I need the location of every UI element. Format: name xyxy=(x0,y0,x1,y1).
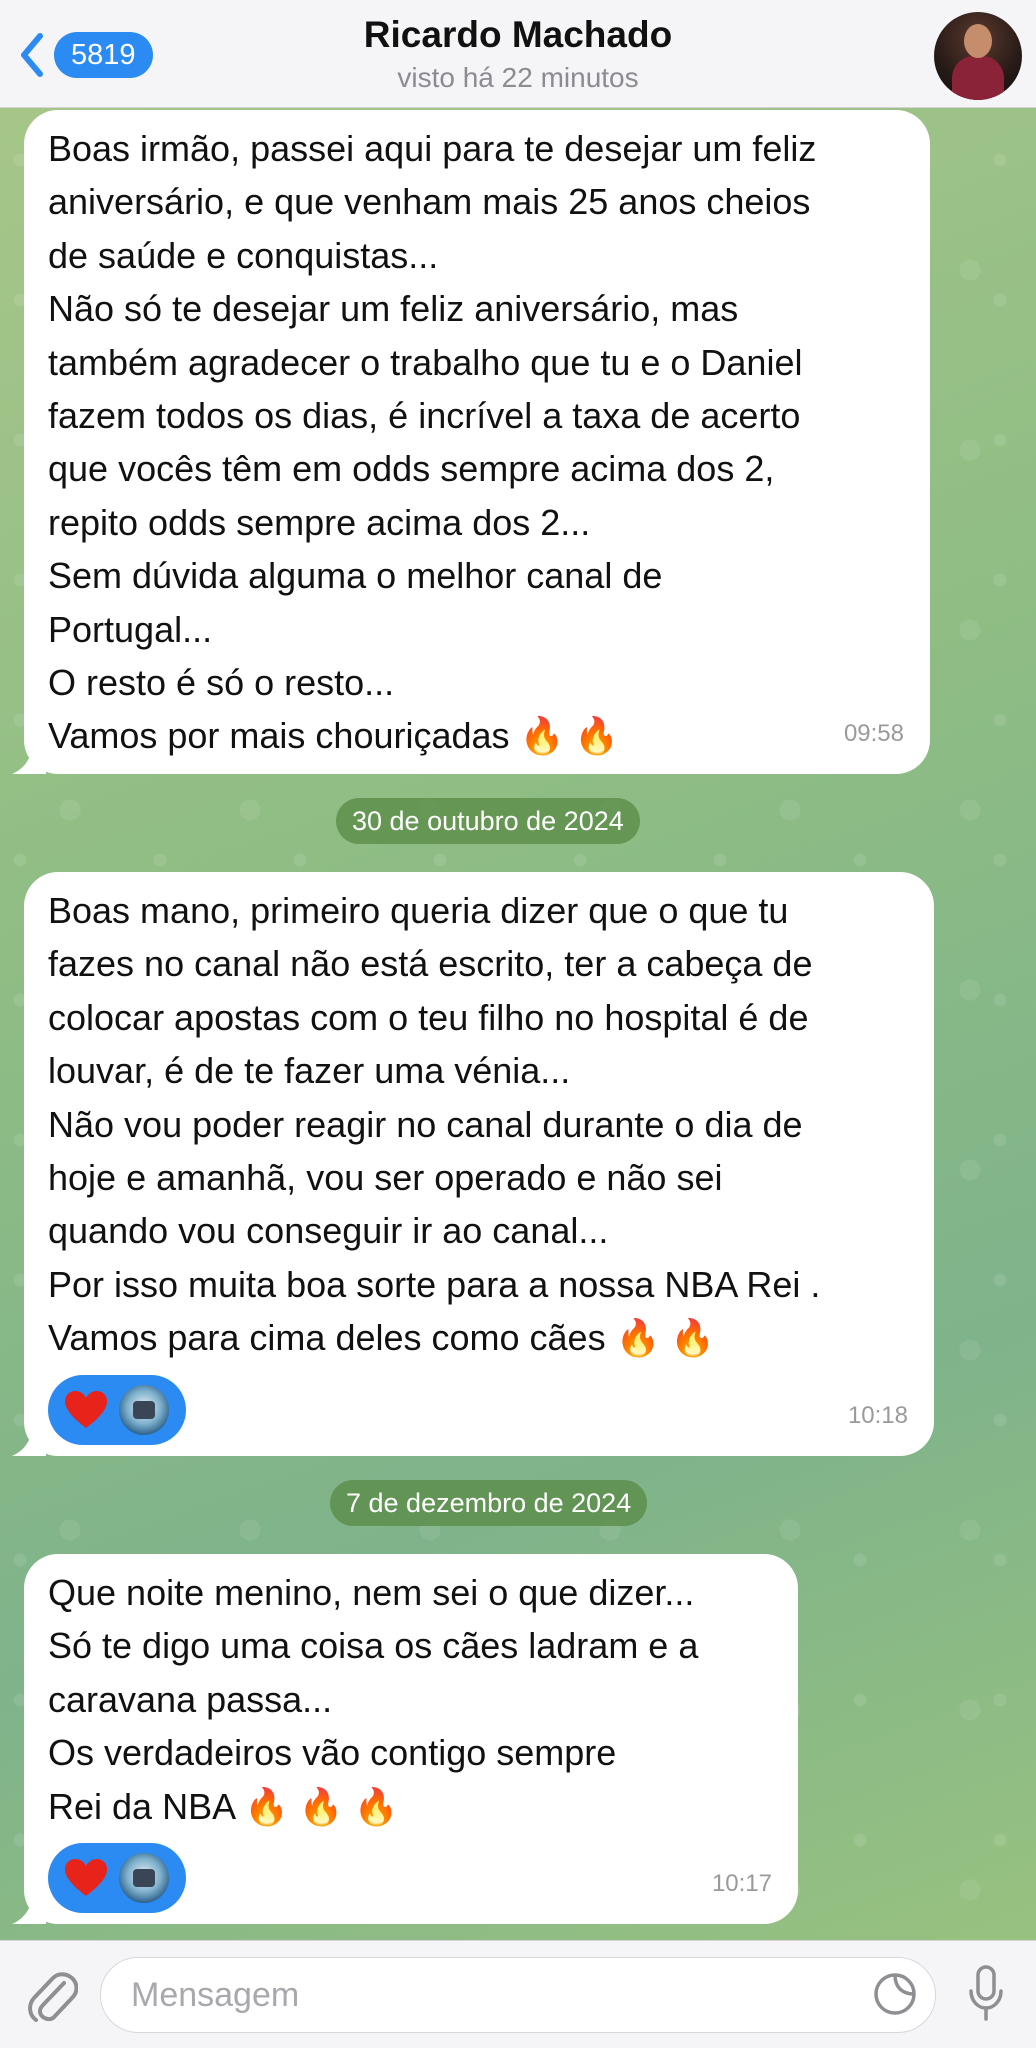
reactor-avatar xyxy=(116,1381,172,1438)
date-separator: 30 de outubro de 2024 xyxy=(336,798,640,844)
message-input[interactable] xyxy=(100,1957,936,2033)
message-text: Que noite menino, nem sei o que dizer...… xyxy=(48,1572,699,1827)
message-text: Boas irmão, passei aqui para te desejar … xyxy=(48,128,817,757)
message-time: 09:58 xyxy=(843,719,904,747)
last-seen-status: visto há 22 minutos xyxy=(397,62,639,93)
sticker-icon[interactable] xyxy=(872,1971,918,2017)
microphone-icon[interactable] xyxy=(966,1963,1006,2025)
date-separator: 7 de dezembro de 2024 xyxy=(330,1480,648,1526)
reactor-avatar xyxy=(116,1850,172,1907)
composer-bar xyxy=(0,1940,1036,2048)
message-bubble[interactable]: Boas mano, primeiro queria dizer que o q… xyxy=(24,872,934,1456)
message-time: 10:18 xyxy=(847,1401,908,1429)
message-bubble[interactable]: Que noite menino, nem sei o que dizer...… xyxy=(24,1554,798,1924)
reaction-chip[interactable] xyxy=(48,1374,186,1445)
chat-header: 5819 Ricardo Machado visto há 22 minutos xyxy=(0,0,1036,108)
heart-icon xyxy=(65,1390,107,1428)
contact-avatar[interactable] xyxy=(934,12,1022,100)
message-time: 10:17 xyxy=(711,1869,772,1897)
reaction-chip[interactable] xyxy=(48,1843,186,1914)
message-text: Boas mano, primeiro queria dizer que o q… xyxy=(48,890,821,1359)
heart-icon xyxy=(65,1859,107,1897)
contact-name[interactable]: Ricardo Machado xyxy=(0,14,1036,56)
message-bubble[interactable]: Boas irmão, passei aqui para te desejar … xyxy=(24,110,930,774)
paperclip-icon[interactable] xyxy=(26,1965,78,2025)
